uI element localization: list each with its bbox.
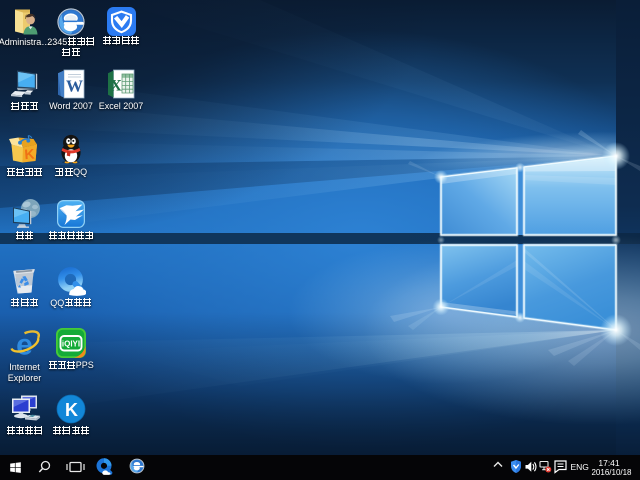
svg-text:e: e — [16, 329, 33, 361]
svg-text:K: K — [65, 400, 78, 420]
svg-text:W: W — [66, 77, 83, 96]
svg-text:X: X — [110, 78, 122, 95]
svg-text:K: K — [24, 146, 35, 163]
svg-text:iQIYI: iQIYI — [62, 340, 80, 349]
